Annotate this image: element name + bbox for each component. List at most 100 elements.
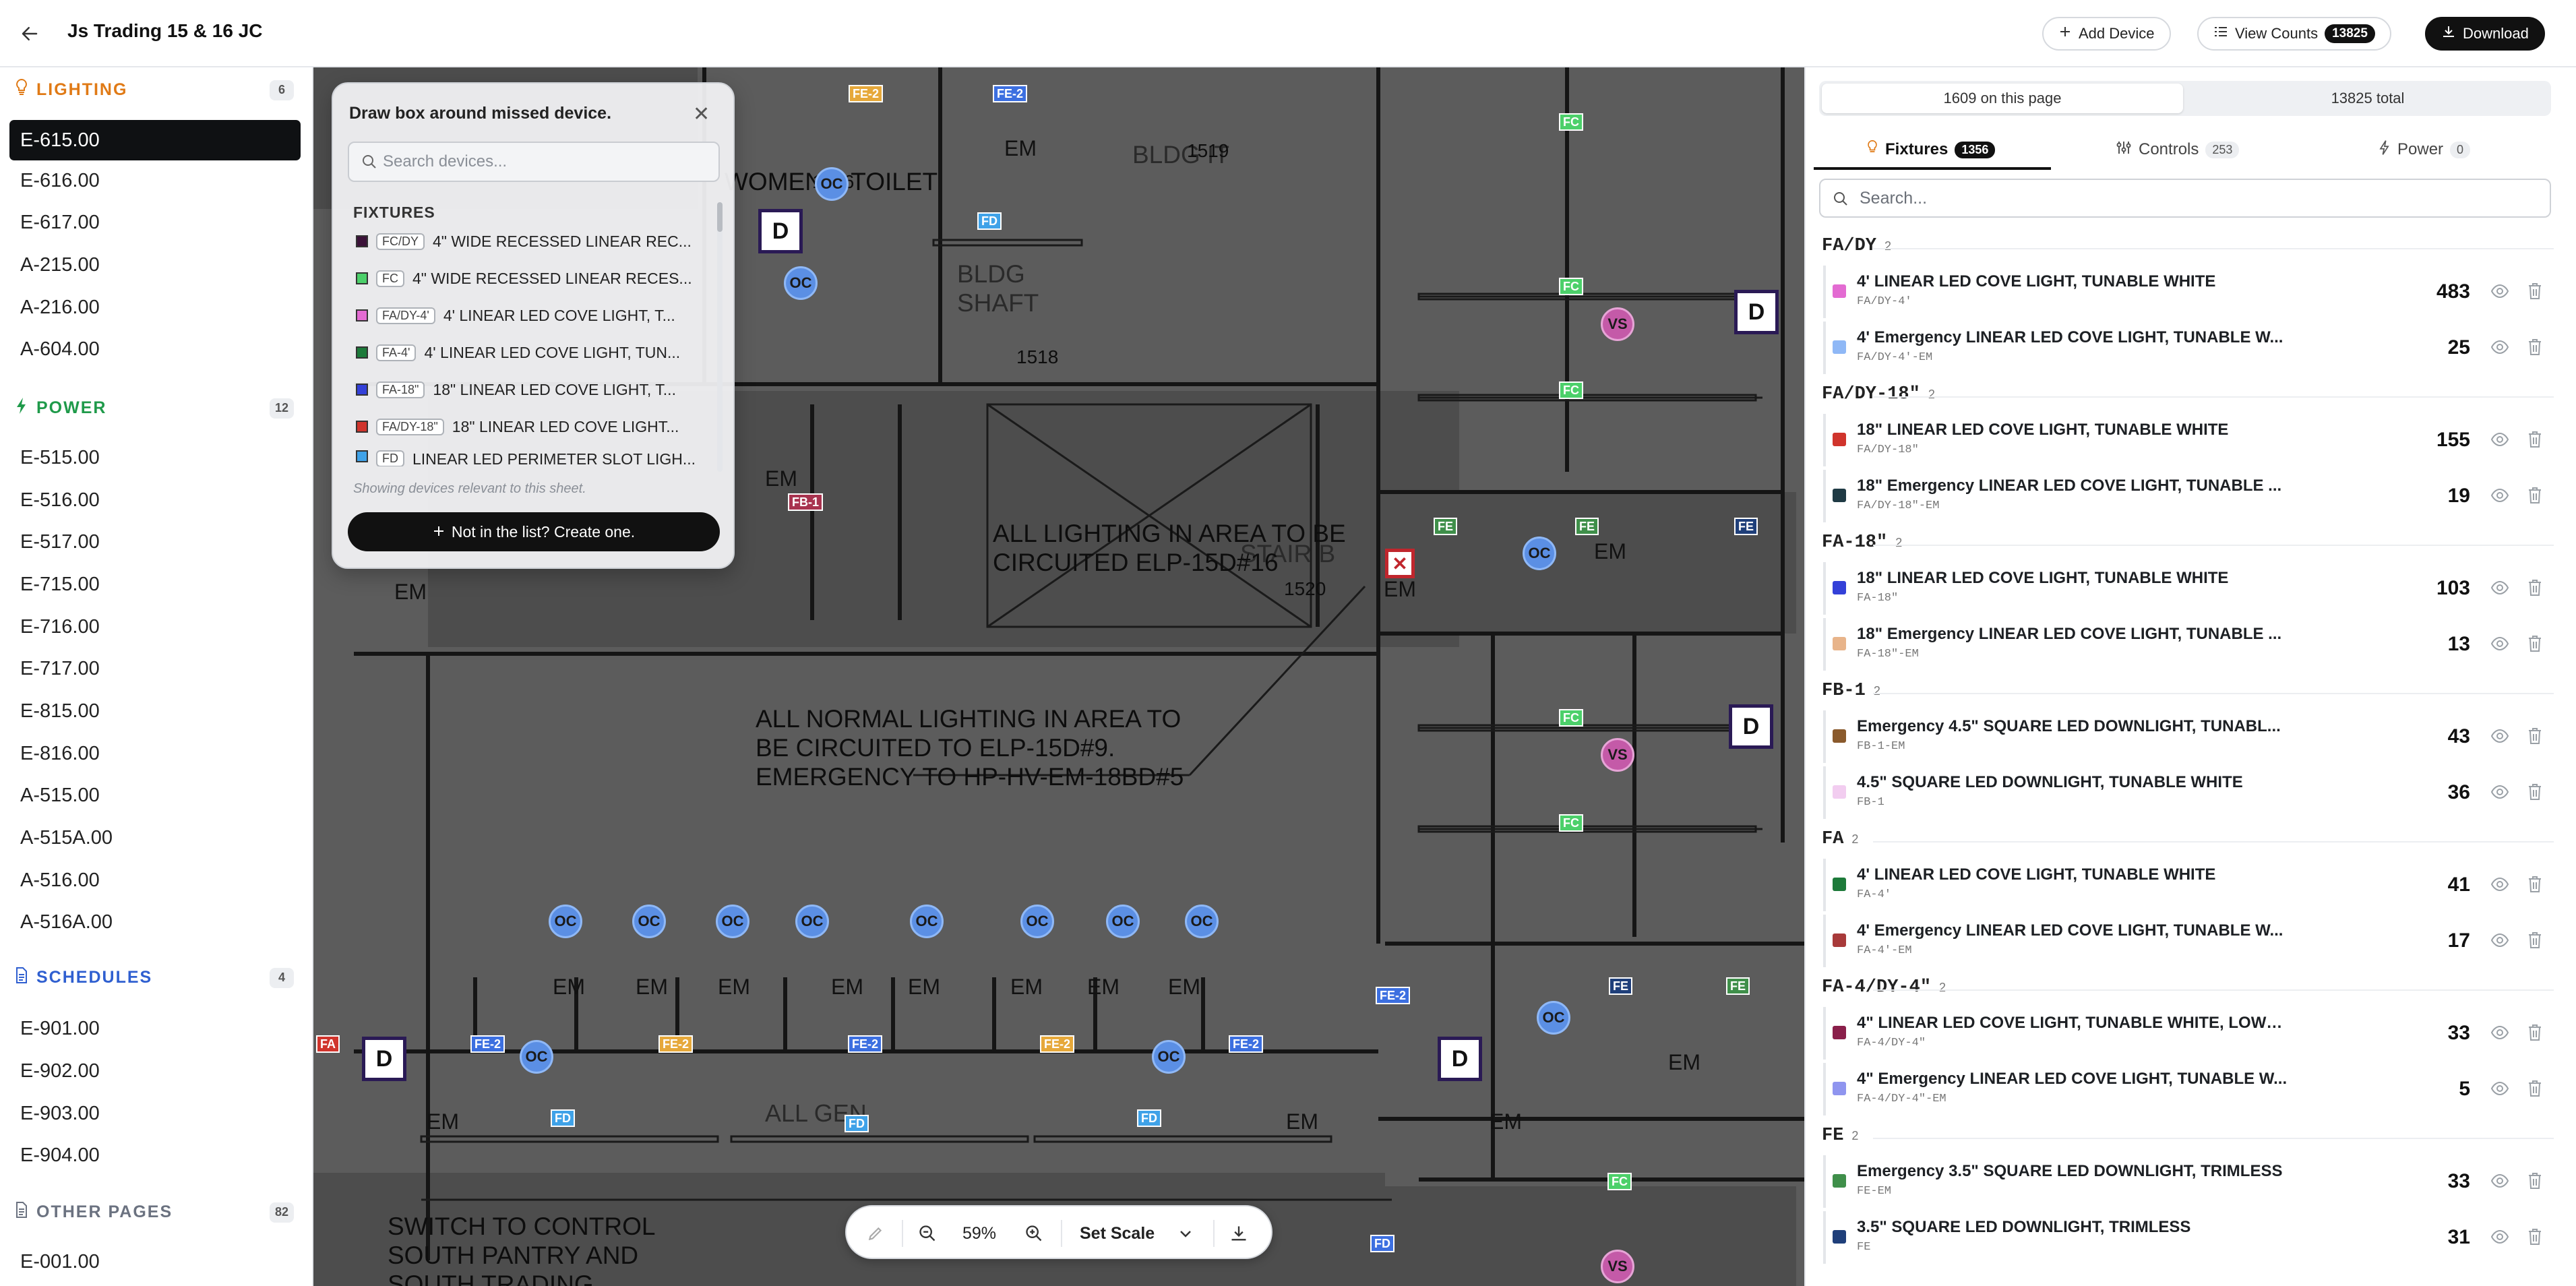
section-schedules[interactable]: SCHEDULES 4 [15, 967, 294, 989]
vacancy-switch-marker[interactable]: VS [1601, 307, 1634, 341]
fixture-row[interactable]: 4' LINEAR LED COVE LIGHT, TUNABLE WHITE F… [1823, 266, 2551, 318]
occupancy-sensor-marker[interactable]: OC [520, 1040, 553, 1074]
fixture-tag-marker[interactable]: FD [551, 1109, 575, 1127]
occupancy-sensor-marker[interactable]: OC [1020, 905, 1054, 938]
vacancy-switch-marker[interactable]: VS [1601, 738, 1634, 772]
occupancy-sensor-marker[interactable]: OC [795, 905, 829, 938]
selected-device-marker[interactable]: ✕ [1385, 549, 1415, 578]
trash-icon[interactable] [2527, 1227, 2543, 1250]
sheet-item-a516a[interactable]: A-516A.00 [20, 911, 113, 933]
sheet-item-e815[interactable]: E-815.00 [20, 700, 100, 723]
trash-icon[interactable] [2527, 486, 2543, 508]
sheet-item-e717[interactable]: E-717.00 [20, 658, 100, 680]
eye-icon[interactable] [2490, 1080, 2509, 1100]
fixture-tag-marker[interactable]: FC [1559, 709, 1583, 727]
eye-icon[interactable] [2490, 580, 2509, 599]
tab-controls[interactable]: Controls 253 [2116, 129, 2240, 170]
fixture-tag-marker[interactable]: FE-2 [849, 85, 884, 102]
trash-icon[interactable] [2527, 1171, 2543, 1194]
sheet-item-e616[interactable]: E-616.00 [20, 170, 100, 192]
fixture-color-swatch[interactable] [1833, 1230, 1846, 1244]
fixture-color-swatch[interactable] [1833, 878, 1846, 891]
sheet-item-e516[interactable]: E-516.00 [20, 489, 100, 512]
trash-icon[interactable] [2527, 282, 2543, 304]
trash-icon[interactable] [2527, 578, 2543, 601]
sheet-item-a604[interactable]: A-604.00 [20, 338, 100, 361]
sheet-item-e617[interactable]: E-617.00 [20, 212, 100, 234]
popup-device-item[interactable]: FA-4' 4' LINEAR LED COVE LIGHT, TUN... [356, 339, 713, 366]
fixture-tag-marker[interactable]: FC [1607, 1173, 1632, 1190]
fixture-color-swatch[interactable] [1833, 433, 1846, 446]
occupancy-sensor-marker[interactable]: OC [716, 905, 749, 938]
section-power[interactable]: POWER 12 [15, 396, 294, 420]
sheet-item-e902[interactable]: E-902.00 [20, 1060, 100, 1082]
sheet-item-e001[interactable]: E-001.00 [20, 1251, 100, 1273]
fixture-row[interactable]: 18" Emergency LINEAR LED COVE LIGHT, TUN… [1823, 470, 2551, 522]
sheet-item-e904[interactable]: E-904.00 [20, 1144, 100, 1167]
fixture-row[interactable]: 4" LINEAR LED COVE LIGHT, TUNABLE WHITE,… [1823, 1007, 2551, 1060]
fixture-color-swatch[interactable] [1833, 284, 1846, 298]
sheet-item-a516[interactable]: A-516.00 [20, 869, 100, 892]
fixture-tag-marker[interactable]: FE [1726, 977, 1750, 995]
fixture-row[interactable]: 4" Emergency LINEAR LED COVE LIGHT, TUNA… [1823, 1063, 2551, 1115]
fixture-tag-marker[interactable]: FB-1 [788, 493, 823, 511]
occupancy-sensor-marker[interactable]: OC [632, 905, 666, 938]
fixture-color-swatch[interactable] [1833, 729, 1846, 743]
tab-fixtures[interactable]: Fixtures 1356 [1866, 129, 1996, 170]
fixture-tag-marker[interactable]: FC [1559, 381, 1583, 399]
trash-icon[interactable] [2527, 430, 2543, 452]
popup-device-item[interactable]: FC 4" WIDE RECESSED LINEAR RECES... [356, 265, 713, 292]
close-icon[interactable]: ✕ [693, 102, 710, 126]
fixture-row[interactable]: 3.5" SQUARE LED DOWNLIGHT, TRIMLESS FE 31 [1823, 1211, 2551, 1264]
fixture-row[interactable]: 4' Emergency LINEAR LED COVE LIGHT, TUNA… [1823, 915, 2551, 967]
sheet-item-e715[interactable]: E-715.00 [20, 574, 100, 596]
fixture-color-swatch[interactable] [1833, 637, 1846, 650]
fixture-color-swatch[interactable] [1833, 1174, 1846, 1188]
fixture-row[interactable]: 18" LINEAR LED COVE LIGHT, TUNABLE WHITE… [1823, 414, 2551, 466]
popup-device-item[interactable]: FA-18" 18" LINEAR LED COVE LIGHT, T... [356, 376, 713, 403]
export-download-icon[interactable] [1229, 1206, 1248, 1260]
fixture-row[interactable]: 4.5" SQUARE LED DOWNLIGHT, TUNABLE WHITE… [1823, 766, 2551, 819]
fixture-tag-marker[interactable]: FE [1734, 518, 1758, 535]
eye-icon[interactable] [2490, 431, 2509, 451]
fixture-tag-marker[interactable]: FE-2 [658, 1035, 694, 1053]
trash-icon[interactable] [2527, 783, 2543, 805]
fixture-tag-marker[interactable]: FA [316, 1035, 340, 1053]
create-device-button[interactable]: Not in the list? Create one. [348, 512, 720, 551]
zoom-in-icon[interactable] [1024, 1206, 1043, 1260]
fixture-tag-marker[interactable]: FC [1559, 278, 1583, 295]
set-scale-dropdown[interactable]: Set Scale [1080, 1206, 1192, 1260]
trash-icon[interactable] [2527, 1023, 2543, 1045]
eye-icon[interactable] [2490, 1024, 2509, 1044]
occupancy-sensor-marker[interactable]: OC [910, 905, 944, 938]
fixture-tag-marker[interactable]: FE-2 [470, 1035, 505, 1053]
pencil-icon[interactable] [867, 1206, 884, 1260]
fixture-row[interactable]: 18" Emergency LINEAR LED COVE LIGHT, TUN… [1823, 618, 2551, 671]
fixture-row[interactable]: Emergency 3.5" SQUARE LED DOWNLIGHT, TRI… [1823, 1155, 2551, 1208]
sheet-item-a515a[interactable]: A-515A.00 [20, 827, 113, 849]
eye-icon[interactable] [2490, 728, 2509, 747]
trash-icon[interactable] [2527, 727, 2543, 749]
sheet-item-e716[interactable]: E-716.00 [20, 616, 100, 638]
fixture-row[interactable]: 4' Emergency LINEAR LED COVE LIGHT, TUNA… [1823, 322, 2551, 374]
sheet-item-e816[interactable]: E-816.00 [20, 743, 100, 765]
trash-icon[interactable] [2527, 875, 2543, 897]
sheet-item-e515[interactable]: E-515.00 [20, 447, 100, 469]
trash-icon[interactable] [2527, 1079, 2543, 1101]
eye-icon[interactable] [2490, 932, 2509, 952]
fixture-tag-marker[interactable]: FD [977, 212, 1002, 230]
eye-icon[interactable] [2490, 876, 2509, 896]
trash-icon[interactable] [2527, 931, 2543, 953]
eye-icon[interactable] [2490, 487, 2509, 507]
fixture-tag-marker[interactable]: FD [1137, 1109, 1161, 1127]
dimmer-device-marker[interactable]: D [1438, 1037, 1482, 1081]
occupancy-sensor-marker[interactable]: OC [1185, 905, 1219, 938]
popup-scrollbar[interactable] [717, 202, 723, 472]
fixture-color-swatch[interactable] [1833, 489, 1846, 502]
sheet-item-e901[interactable]: E-901.00 [20, 1018, 100, 1040]
sheet-item-e903[interactable]: E-903.00 [20, 1103, 100, 1125]
eye-icon[interactable] [2490, 339, 2509, 359]
fixture-row[interactable]: 18" LINEAR LED COVE LIGHT, TUNABLE WHITE… [1823, 562, 2551, 615]
sheet-item-a215[interactable]: A-215.00 [20, 254, 100, 276]
fixture-tag-marker[interactable]: FD [845, 1115, 869, 1132]
